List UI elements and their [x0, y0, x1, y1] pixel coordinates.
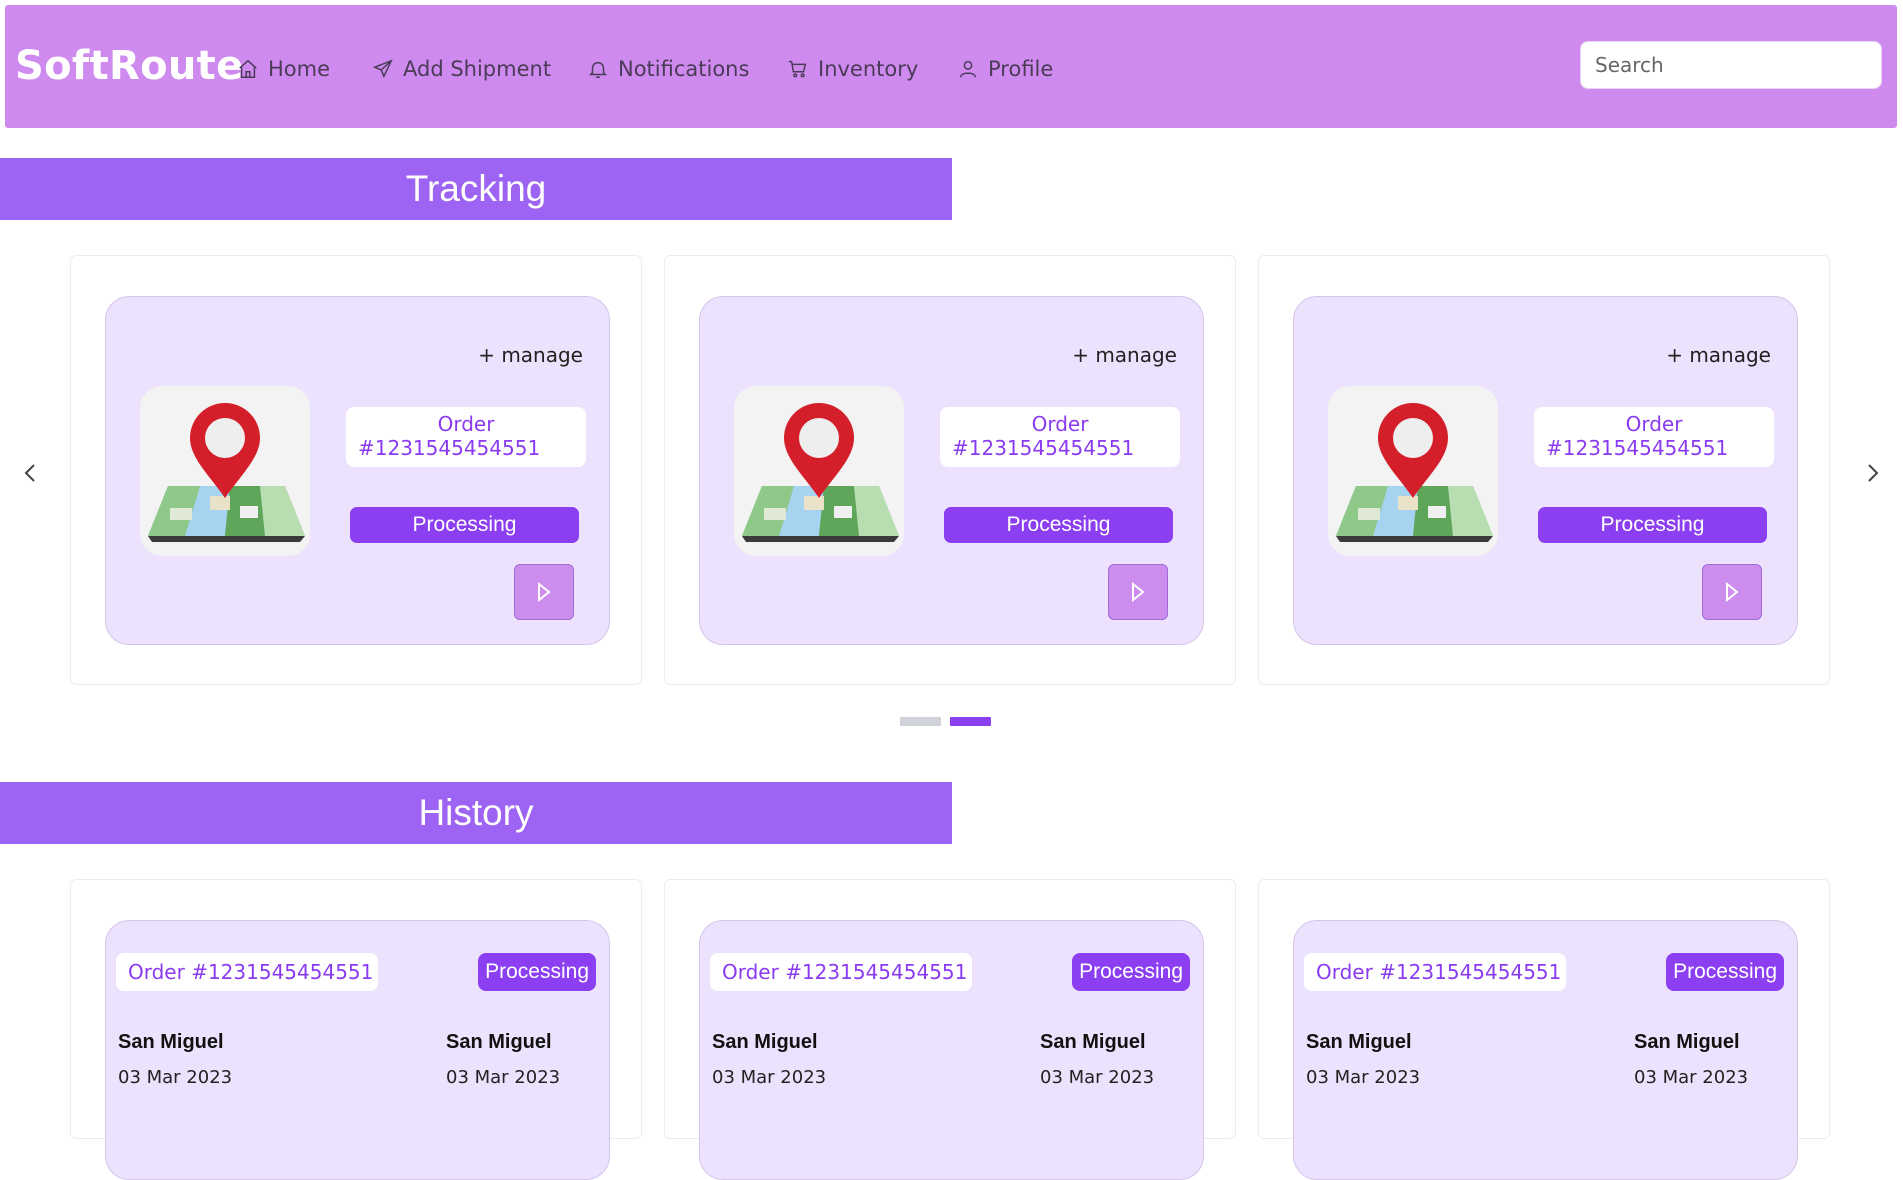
play-icon	[1132, 581, 1145, 603]
nav-inventory-label: Inventory	[818, 57, 919, 81]
history-card: Order #1231545454551 Processing San Migu…	[1258, 879, 1830, 1180]
manage-link[interactable]: + manage	[1666, 343, 1771, 367]
bell-icon	[588, 61, 608, 78]
destination-city: San Miguel	[446, 1031, 552, 1053]
history-card: Order #1231545454551 Processing San Migu…	[664, 879, 1236, 1180]
nav-notifications[interactable]: Notifications	[587, 57, 749, 81]
history-order-number: Order #1231545454551	[116, 953, 378, 991]
destination-date: 03 Mar 2023	[1634, 1067, 1749, 1088]
status-badge: Processing	[944, 507, 1173, 543]
nav-profile[interactable]: Profile	[957, 57, 1053, 81]
track-play-button[interactable]	[514, 564, 574, 620]
nav-inventory[interactable]: Inventory	[787, 57, 918, 81]
nav-add-shipment-label: Add Shipment	[403, 57, 552, 81]
track-play-button[interactable]	[1108, 564, 1168, 620]
brand-logo[interactable]: SoftRoute	[15, 43, 244, 89]
history-card-body: Order #1231545454551 Processing San Migu…	[1293, 920, 1798, 1180]
destination-city: San Miguel	[1634, 1031, 1740, 1053]
nav-profile-label: Profile	[988, 57, 1054, 81]
order-label: Order	[1625, 412, 1683, 436]
order-number: #1231545454551	[358, 436, 541, 460]
tracking-section-title: Tracking	[0, 158, 952, 220]
history-card-body: Order #1231545454551 Processing San Migu…	[699, 920, 1204, 1180]
tracking-card: + manage Order #1231545454551 Processing	[1258, 255, 1830, 685]
carousel-next-arrow-icon[interactable]	[1857, 458, 1887, 488]
destination-date: 03 Mar 2023	[446, 1067, 561, 1088]
order-label: Order	[437, 412, 495, 436]
nav-add-shipment[interactable]: Add Shipment	[372, 57, 551, 81]
destination-city: San Miguel	[1040, 1031, 1146, 1053]
destination-date: 03 Mar 2023	[1040, 1067, 1155, 1088]
history-card: Order #1231545454551 Processing San Migu…	[70, 879, 642, 1180]
origin-date: 03 Mar 2023	[1306, 1067, 1421, 1088]
status-badge: Processing	[1538, 507, 1767, 543]
play-icon	[538, 581, 551, 603]
status-badge: Processing	[478, 953, 596, 991]
origin-city: San Miguel	[118, 1031, 224, 1053]
carousel-prev-arrow-icon[interactable]	[16, 458, 46, 488]
status-badge: Processing	[1072, 953, 1190, 991]
origin-date: 03 Mar 2023	[118, 1067, 233, 1088]
origin-city: San Miguel	[712, 1031, 818, 1053]
map-pin-illustration	[140, 386, 310, 556]
status-badge: Processing	[350, 507, 579, 543]
history-section-title: History	[0, 782, 952, 844]
user-icon	[959, 60, 977, 78]
track-play-button[interactable]	[1702, 564, 1762, 620]
order-info: Order #1231545454551	[346, 407, 586, 467]
search-input[interactable]	[1580, 41, 1882, 89]
tracking-card: + manage Order #1231545454551 Processing	[664, 255, 1236, 685]
order-label: Order	[1031, 412, 1089, 436]
manage-link[interactable]: + manage	[1072, 343, 1177, 367]
origin-city: San Miguel	[1306, 1031, 1412, 1053]
order-number: #1231545454551	[952, 436, 1135, 460]
tracking-card-body: + manage Order #1231545454551 Processing	[699, 296, 1204, 645]
tracking-card-body: + manage Order #1231545454551 Processing	[105, 296, 610, 645]
top-navbar: SoftRoute Home Add Shipment Notification…	[5, 5, 1897, 128]
play-icon	[1726, 581, 1739, 603]
manage-link[interactable]: + manage	[478, 343, 583, 367]
map-pin-illustration	[1328, 386, 1498, 556]
carousel-dot-2-active[interactable]	[950, 717, 991, 726]
send-icon	[372, 59, 393, 79]
cart-icon	[788, 60, 807, 78]
home-icon	[239, 59, 257, 78]
status-badge: Processing	[1666, 953, 1784, 991]
history-order-number: Order #1231545454551	[1304, 953, 1566, 991]
tracking-card: + manage Order #1231545454551 Processing	[70, 255, 642, 685]
carousel-dot-1[interactable]	[900, 717, 941, 726]
history-card-body: Order #1231545454551 Processing San Migu…	[105, 920, 610, 1180]
order-info: Order #1231545454551	[940, 407, 1180, 467]
nav-home[interactable]: Home	[237, 57, 330, 81]
origin-date: 03 Mar 2023	[712, 1067, 827, 1088]
order-number: #1231545454551	[1546, 436, 1729, 460]
tracking-card-body: + manage Order #1231545454551 Processing	[1293, 296, 1798, 645]
nav-home-label: Home	[268, 57, 331, 81]
nav-notifications-label: Notifications	[618, 57, 750, 81]
map-pin-illustration	[734, 386, 904, 556]
order-info: Order #1231545454551	[1534, 407, 1774, 467]
history-order-number: Order #1231545454551	[710, 953, 972, 991]
